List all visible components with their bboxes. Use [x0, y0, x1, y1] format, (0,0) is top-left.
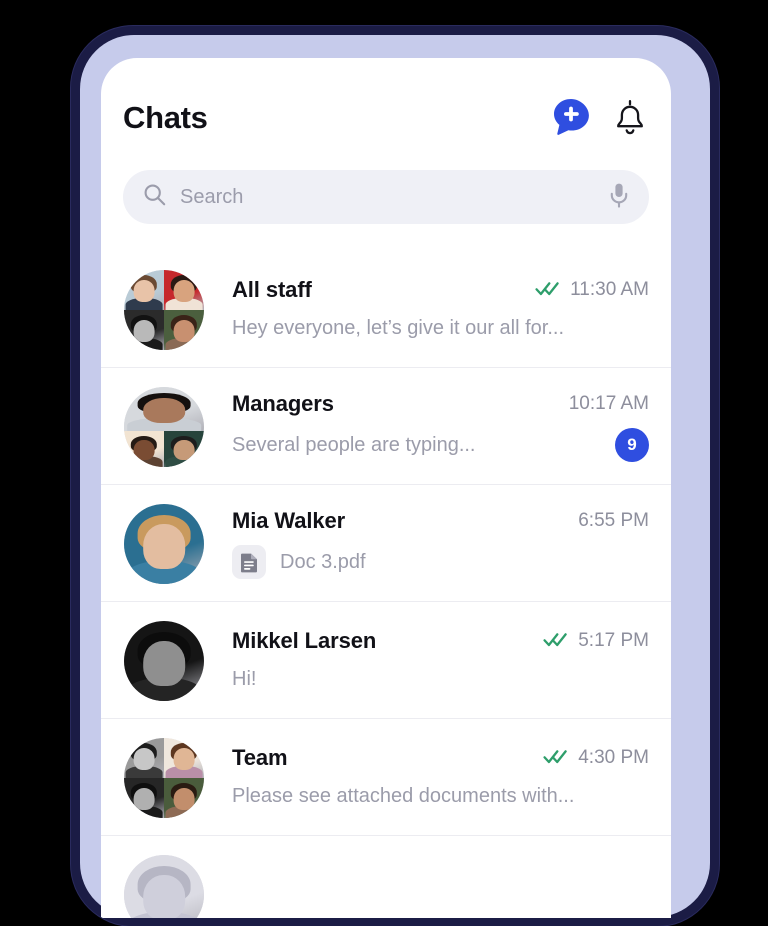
- avatar-tile: [124, 854, 204, 918]
- chat-row-content: Managers 10:17 AM Several people are typin…: [232, 391, 649, 462]
- app-header: Chats: [101, 58, 671, 170]
- search-icon: [143, 183, 166, 211]
- timestamp: 10:17 AM: [568, 393, 649, 414]
- chat-row-bottom: Doc 3.pdf: [232, 545, 649, 579]
- avatar-tile: [124, 430, 164, 467]
- chat-row-content: Mia Walker 6:55 PM Doc 3.pdf: [232, 508, 649, 579]
- avatar-tile: [124, 309, 164, 350]
- timestamp: 4:30 PM: [578, 747, 649, 768]
- chat-row-meta: 6:55 PM: [566, 510, 649, 532]
- avatar-photo: [164, 269, 204, 310]
- chat-row-content: [232, 875, 649, 914]
- avatar-photo: [124, 503, 204, 584]
- avatar-tile: [124, 737, 164, 778]
- page-title: Chats: [123, 100, 208, 135]
- chat-name: Team: [232, 745, 288, 770]
- chat-row-top: Mia Walker 6:55 PM: [232, 508, 649, 534]
- bell-icon: [611, 97, 649, 140]
- chat-row-content: Mikkel Larsen 5:17 PM Hi!: [232, 628, 649, 693]
- read-receipt-double-check-icon: [535, 279, 561, 302]
- chat-preview: Hi!: [232, 667, 257, 690]
- chat-row-meta: 11:30 AM: [523, 279, 649, 302]
- chat-list: All staff 11:30 AM Hey everyone, let’s giv…: [101, 251, 671, 918]
- avatar-photo: [124, 430, 164, 467]
- avatar-photo: [164, 737, 204, 778]
- new-chat-button[interactable]: [550, 96, 592, 141]
- chat-preview: Several people are typing...: [232, 433, 476, 456]
- chat-row-bottom: Hey everyone, let’s give it our all for.…: [232, 314, 649, 342]
- chat-row-bottom: Hi!: [232, 665, 649, 693]
- timestamp: 5:17 PM: [578, 630, 649, 651]
- chat-name: Mikkel Larsen: [232, 628, 377, 653]
- attachment-label: Doc 3.pdf: [280, 550, 366, 573]
- avatar-tile: [164, 269, 204, 310]
- chat-name: Managers: [232, 391, 334, 416]
- timestamp: 6:55 PM: [578, 510, 649, 531]
- avatar-photo: [124, 309, 164, 350]
- avatar[interactable]: [124, 386, 204, 467]
- header-actions: [550, 96, 649, 141]
- chat-row-meta: 10:17 AM: [557, 393, 649, 415]
- chat-row-meta: 4:30 PM: [531, 747, 649, 770]
- phone-frame: Chats Search All staff 11:30 AM Hey ever…: [71, 26, 719, 926]
- search-input[interactable]: [180, 185, 608, 209]
- chat-name: Mia Walker: [232, 508, 346, 533]
- notifications-button[interactable]: [611, 97, 649, 140]
- avatar-photo: [124, 854, 204, 918]
- avatar-photo: [164, 430, 204, 467]
- document-icon[interactable]: [232, 545, 266, 579]
- chat-row-top: Team 4:30 PM: [232, 745, 649, 771]
- avatar-photo: [124, 269, 164, 310]
- avatar-tile: [164, 430, 204, 467]
- avatar[interactable]: [124, 854, 204, 918]
- chat-row-meta: 5:17 PM: [531, 630, 649, 653]
- phone-screen: Chats Search All staff 11:30 AM Hey ever…: [101, 58, 671, 918]
- search-bar[interactable]: [123, 170, 649, 224]
- chat-row-top: Managers 10:17 AM: [232, 391, 649, 417]
- avatar-tile: [164, 737, 204, 778]
- chat-list-item[interactable]: Managers 10:17 AM Several people are typin…: [101, 368, 671, 485]
- avatar-photo: [164, 777, 204, 818]
- chat-preview: Please see attached documents with...: [232, 784, 575, 807]
- chat-row-bottom: Several people are typing... 9: [232, 428, 649, 462]
- chat-row-content: All staff 11:30 AM Hey everyone, let’s giv…: [232, 277, 649, 342]
- timestamp: 11:30 AM: [570, 279, 649, 300]
- avatar-photo: [164, 309, 204, 350]
- avatar-photo: [124, 737, 164, 778]
- avatar-tile: [164, 309, 204, 350]
- chat-row-content: Team 4:30 PM Please see attached documents…: [232, 745, 649, 810]
- avatar-tile: [124, 777, 164, 818]
- chat-list-item[interactable]: All staff 11:30 AM Hey everyone, let’s giv…: [101, 251, 671, 368]
- chat-row-bottom: Please see attached documents with...: [232, 782, 649, 810]
- chat-list-item[interactable]: Mikkel Larsen 5:17 PM Hi!: [101, 602, 671, 719]
- new-chat-bubble-plus-icon: [550, 96, 592, 141]
- avatar-tile: [124, 386, 204, 431]
- avatar-photo: [124, 620, 204, 701]
- read-receipt-double-check-icon: [543, 630, 569, 653]
- avatar[interactable]: [124, 737, 204, 818]
- avatar-photo: [124, 386, 204, 431]
- microphone-icon[interactable]: [608, 182, 630, 213]
- chat-row-top: Mikkel Larsen 5:17 PM: [232, 628, 649, 654]
- unread-badge: 9: [615, 428, 649, 462]
- chat-list-item[interactable]: Mia Walker 6:55 PM Doc 3.pdf: [101, 485, 671, 602]
- avatar-photo: [124, 777, 164, 818]
- avatar[interactable]: [124, 503, 204, 584]
- avatar-tile: [164, 777, 204, 818]
- search-section: [101, 170, 671, 224]
- avatar[interactable]: [124, 620, 204, 701]
- chat-list-item[interactable]: Team 4:30 PM Please see attached documents…: [101, 719, 671, 836]
- avatar[interactable]: [124, 269, 204, 350]
- avatar-tile: [124, 269, 164, 310]
- chat-preview: Hey everyone, let’s give it our all for.…: [232, 316, 565, 339]
- chat-name: All staff: [232, 277, 312, 302]
- read-receipt-double-check-icon: [543, 747, 569, 770]
- chat-list-item[interactable]: [101, 836, 671, 918]
- avatar-tile: [124, 503, 204, 584]
- chat-row-top: All staff 11:30 AM: [232, 277, 649, 303]
- chat-row-bottom: [232, 886, 649, 914]
- avatar-tile: [124, 620, 204, 701]
